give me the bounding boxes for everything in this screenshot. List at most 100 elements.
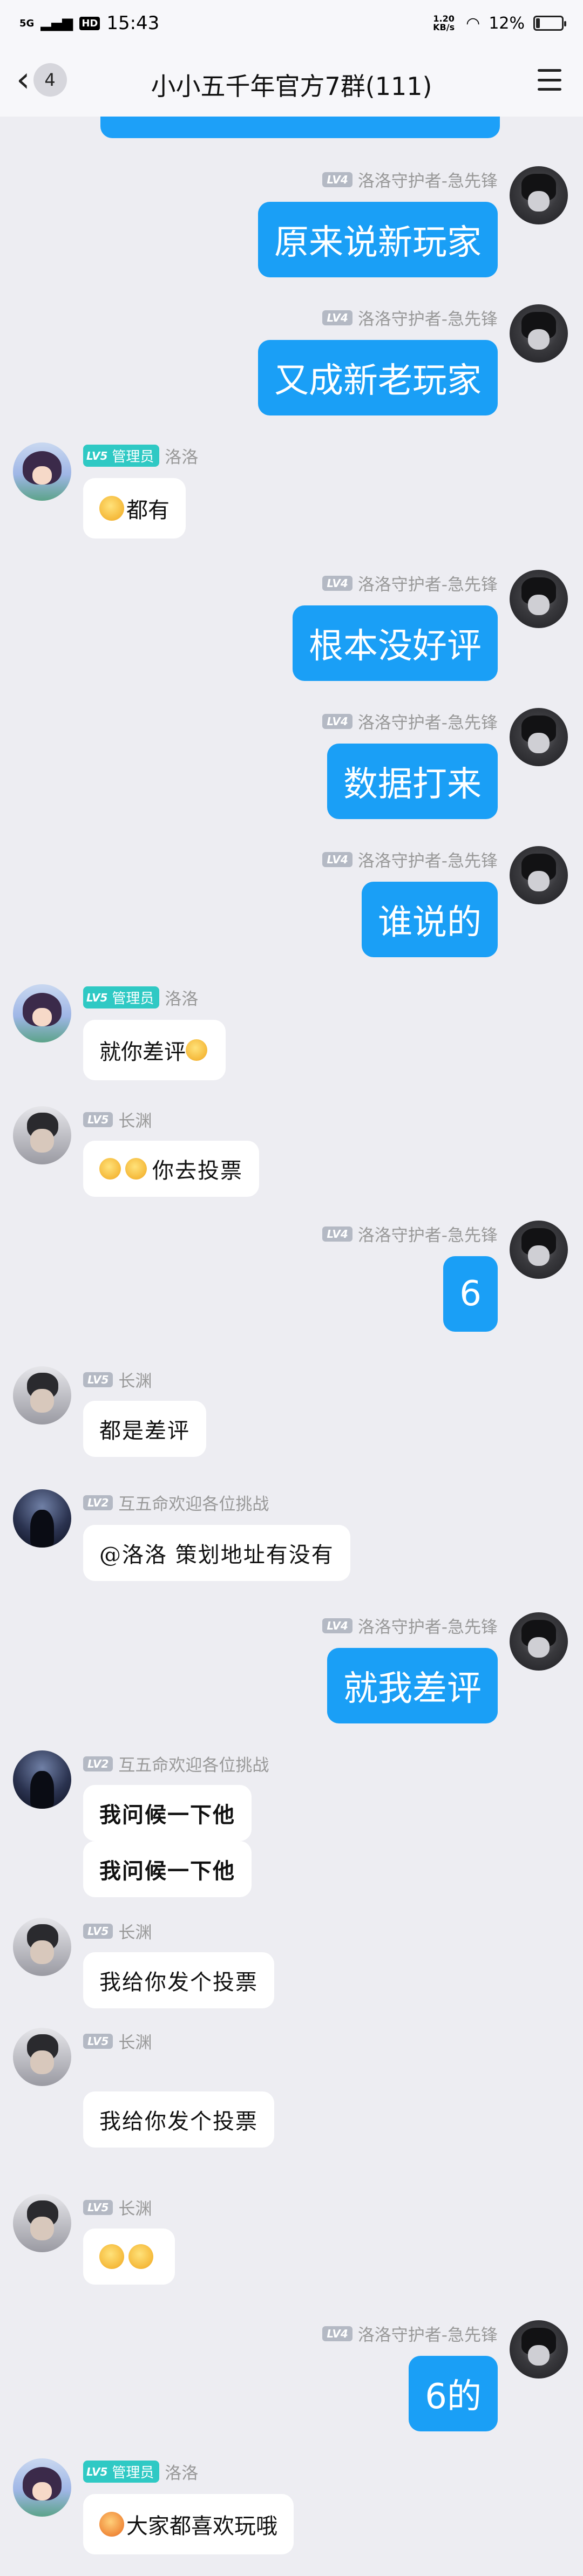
- level-badge: LV5: [83, 1112, 113, 1127]
- message-bubble[interactable]: 6: [443, 1256, 498, 1332]
- avatar[interactable]: [510, 1221, 568, 1279]
- avatar[interactable]: [13, 1918, 71, 1976]
- avatar[interactable]: [510, 304, 568, 363]
- message-bubble[interactable]: 我问候一下他: [83, 1841, 252, 1897]
- avatar[interactable]: [13, 1366, 71, 1425]
- sender-name: 洛洛守护者-急先锋: [357, 851, 498, 871]
- message-bubble[interactable]: 原来说新玩家: [258, 202, 498, 277]
- avatar[interactable]: [13, 2028, 71, 2086]
- avatar[interactable]: [13, 442, 71, 501]
- menu-icon-line: [538, 88, 561, 91]
- chat-header: ‹ 4 小小五千年官方7群(111): [0, 46, 583, 117]
- emoji-icon: [99, 1158, 121, 1180]
- sender-name: 洛洛守护者-急先锋: [357, 713, 498, 733]
- avatar[interactable]: [13, 2194, 71, 2252]
- signal-bars-icon: ▂▄▆: [40, 15, 73, 31]
- avatar[interactable]: [13, 984, 71, 1042]
- status-time: 15:43: [106, 12, 160, 34]
- sender-name: 洛洛守护者-急先锋: [357, 310, 498, 329]
- avatar[interactable]: [13, 1106, 71, 1164]
- sender-name: 洛洛: [165, 448, 199, 467]
- menu-icon-line: [538, 78, 561, 81]
- message-bubble[interactable]: @洛洛 策划地址有没有: [83, 1525, 350, 1581]
- sender-name: 长渊: [118, 2199, 152, 2219]
- emoji-icon: [186, 1039, 207, 1061]
- avatar[interactable]: [510, 2320, 568, 2379]
- level-badge: LV4: [322, 713, 352, 729]
- sender-meta: LV4 洛洛守护者-急先锋: [322, 847, 498, 871]
- level-badge: LV4: [322, 310, 352, 325]
- signal-indicator: 5G: [19, 17, 35, 29]
- message-text: 就你差评: [99, 1040, 186, 1065]
- emoji-group: [99, 2244, 155, 2269]
- sender-meta: LV5 长渊: [83, 2029, 152, 2053]
- avatar[interactable]: [13, 1750, 71, 1809]
- level-badge: LV4: [322, 575, 352, 591]
- role-label: 管理员: [112, 449, 154, 465]
- level-badge: LV4: [322, 2326, 352, 2341]
- avatar[interactable]: [510, 1612, 568, 1671]
- sender-name: 洛洛守护者-急先锋: [357, 1226, 498, 1245]
- message-bubble[interactable]: 就我差评: [327, 1648, 498, 1723]
- level-badge: LV2: [83, 1756, 113, 1771]
- sender-meta: LV2 互五命欢迎各位挑战: [83, 1752, 269, 1776]
- sender-meta: LV5 长渊: [83, 1919, 152, 1943]
- level-badge: LV4: [322, 172, 352, 187]
- avatar[interactable]: [13, 1489, 71, 1548]
- message-bubble[interactable]: 我问候一下他: [83, 1785, 252, 1841]
- wifi-icon: ◠: [466, 13, 480, 33]
- avatar[interactable]: [13, 2458, 71, 2517]
- message-list[interactable]: LV4 洛洛守护者-急先锋 原来说新玩家 LV4 洛洛守护者-急先锋 又成新老玩…: [0, 117, 583, 2576]
- avatar[interactable]: [510, 708, 568, 766]
- avatar[interactable]: [510, 846, 568, 904]
- level-badge: LV4: [322, 851, 352, 867]
- message-bubble[interactable]: 都是差评: [83, 1401, 206, 1457]
- sender-name: 互五命欢迎各位挑战: [118, 1495, 269, 1514]
- network-speed: 1.20 KB/s: [433, 13, 455, 32]
- avatar[interactable]: [510, 570, 568, 628]
- menu-icon-line: [538, 69, 561, 72]
- message-bubble[interactable]: [83, 2229, 175, 2285]
- sender-meta: LV5 长渊: [83, 1367, 152, 1392]
- level-badge: LV5: [83, 2199, 113, 2215]
- sender-meta: LV4 洛洛守护者-急先锋: [322, 1613, 498, 1638]
- emoji-icon: [99, 2244, 124, 2269]
- message-bubble[interactable]: 数据打来: [327, 744, 498, 819]
- hd-badge: HD: [79, 16, 100, 30]
- sender-meta: LV5 管理员 洛洛: [83, 985, 198, 1010]
- message-bubble[interactable]: 就你差评: [83, 1020, 226, 1080]
- message-bubble-cut: [100, 117, 500, 138]
- sender-name: 洛洛守护者-急先锋: [357, 1618, 498, 1637]
- level-badge: LV4: [322, 1226, 352, 1242]
- sender-name: 长渊: [118, 1372, 152, 1391]
- emoji-icon: [125, 1158, 147, 1180]
- sender-name: 洛洛: [165, 990, 199, 1009]
- emoji-icon: [128, 2244, 153, 2269]
- message-bubble[interactable]: 都有: [83, 478, 186, 539]
- sender-meta: LV4 洛洛守护者-急先锋: [322, 1222, 498, 1246]
- avatar[interactable]: [510, 166, 568, 224]
- admin-badge: LV5 管理员: [83, 2461, 160, 2483]
- message-bubble[interactable]: 又成新老玩家: [258, 340, 498, 415]
- sender-meta: LV4 洛洛守护者-急先锋: [322, 709, 498, 733]
- sender-name: 洛洛守护者-急先锋: [357, 2326, 498, 2345]
- message-bubble[interactable]: 大家都喜欢玩哦: [83, 2494, 294, 2554]
- sender-name: 长渊: [118, 1112, 152, 1131]
- sender-meta: LV5 管理员 洛洛: [83, 2459, 198, 2484]
- chat-title: 小小五千年官方7群(111): [151, 72, 432, 101]
- message-bubble[interactable]: 我给你发个投票: [83, 1952, 274, 2008]
- sender-meta: LV4 洛洛守护者-急先锋: [322, 305, 498, 330]
- sender-meta: LV5 管理员 洛洛: [83, 444, 198, 468]
- emoji-icon: [99, 2512, 124, 2537]
- level-badge: LV2: [83, 1495, 113, 1510]
- message-bubble[interactable]: 你去投票: [83, 1141, 259, 1197]
- level-badge: LV5: [83, 1372, 113, 1387]
- message-bubble[interactable]: 我给你发个投票: [83, 2091, 274, 2148]
- message-bubble[interactable]: 谁说的: [362, 882, 498, 957]
- message-bubble[interactable]: 根本没好评: [293, 605, 498, 681]
- emoji-group: [99, 1158, 149, 1180]
- menu-button[interactable]: [538, 69, 561, 91]
- message-bubble[interactable]: 6的: [409, 2356, 498, 2431]
- role-label: 管理员: [112, 991, 154, 1007]
- admin-badge: LV5 管理员: [83, 445, 160, 467]
